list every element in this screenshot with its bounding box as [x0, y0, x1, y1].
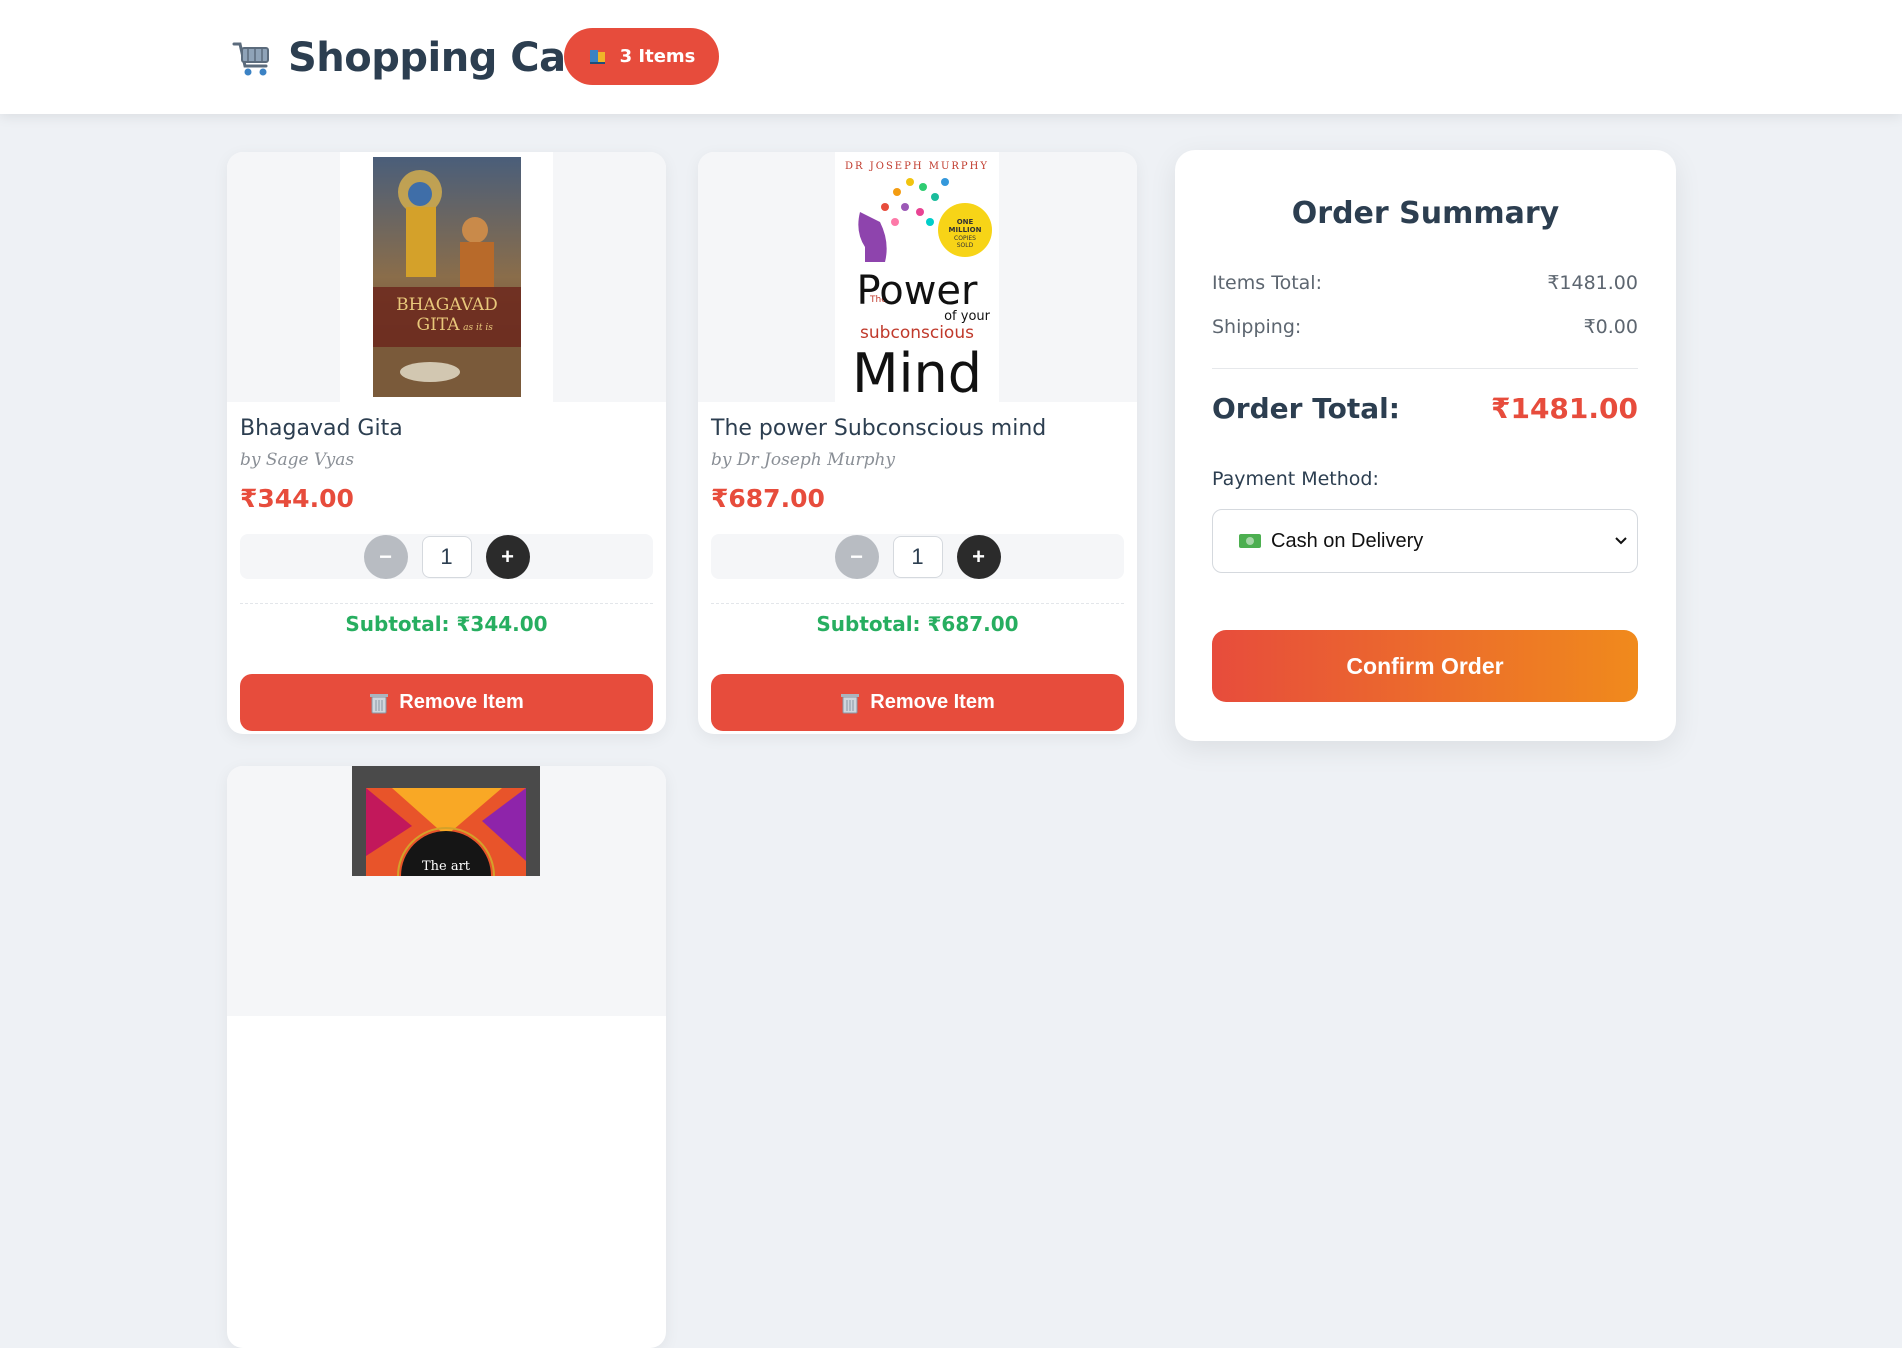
- shipping-value: ₹0.00: [1583, 316, 1638, 338]
- chevron-down-icon: [1615, 537, 1627, 545]
- cover-badge-line4: SOLD: [957, 242, 974, 249]
- increase-quantity-button[interactable]: +: [485, 534, 530, 579]
- quantity-input[interactable]: 1: [421, 535, 472, 578]
- book-price: ₹687.00: [711, 484, 825, 513]
- order-total-label: Order Total:: [1212, 392, 1400, 425]
- cover-title-line1: BHAGAVAD: [396, 295, 498, 315]
- book-title: Bhagavad Gita: [240, 416, 403, 441]
- decrease-quantity-button[interactable]: −: [834, 534, 879, 579]
- payment-method-value: Cash on Delivery: [1271, 529, 1424, 552]
- cart-item-card: BHAGAVAD GITA as it is Bhagavad Gita by …: [227, 152, 666, 734]
- cart-count-badge: 3 Items: [564, 28, 719, 85]
- page-title: Shopping Cart: [288, 35, 604, 81]
- cover-title-line2: GITA: [417, 315, 461, 335]
- brand: Shopping Cart: [230, 28, 604, 88]
- cart-item-body: The power Subconscious mind by Dr Joseph…: [711, 402, 1124, 731]
- book-author: by Dr Joseph Murphy: [711, 450, 896, 470]
- cover-mind: Mind: [852, 342, 982, 402]
- book-author: by Sage Vyas: [240, 450, 355, 470]
- book-cover-area: DR JOSEPH MURPHY ONE MILLION COPIES SOLD…: [698, 152, 1137, 402]
- book-cover-area: The art: [227, 766, 666, 1016]
- order-summary-panel: Order Summary Items Total: ₹1481.00 Ship…: [1175, 150, 1676, 741]
- cover-badge-line3: COPIES: [954, 235, 976, 242]
- book-price: ₹344.00: [240, 484, 354, 513]
- cover-badge-line1: ONE: [957, 218, 974, 226]
- book-cover-image: DR JOSEPH MURPHY ONE MILLION COPIES SOLD…: [835, 152, 999, 402]
- book-cover-image: The art: [352, 766, 540, 876]
- quantity-stepper: − 1 +: [240, 534, 653, 579]
- divider: [1212, 368, 1638, 369]
- shipping-row: Shipping: ₹0.00: [1212, 316, 1638, 338]
- book-cover-image: BHAGAVAD GITA as it is: [340, 152, 553, 402]
- increase-quantity-button[interactable]: +: [956, 534, 1001, 579]
- divider: [711, 603, 1124, 604]
- quantity-stepper: − 1 +: [711, 534, 1124, 579]
- item-subtotal: Subtotal: ₹687.00: [816, 612, 1019, 636]
- cart-item-body: Bhagavad Gita by Sage Vyas ₹344.00 − 1 +…: [240, 402, 653, 731]
- cover-title: The art: [422, 859, 471, 874]
- confirm-order-button[interactable]: Confirm Order: [1212, 630, 1638, 702]
- cart-item-card: DR JOSEPH MURPHY ONE MILLION COPIES SOLD…: [698, 152, 1137, 734]
- remove-item-button[interactable]: Remove Item: [240, 674, 653, 731]
- trash-icon: [841, 693, 860, 713]
- remove-item-label: Remove Item: [870, 691, 995, 713]
- items-total-label: Items Total:: [1212, 272, 1322, 294]
- remove-item-label: Remove Item: [399, 691, 524, 713]
- cover-badge-line2: MILLION: [949, 226, 982, 234]
- items-total-value: ₹1481.00: [1547, 272, 1638, 294]
- payment-method-select[interactable]: Cash on Delivery: [1212, 509, 1638, 573]
- item-subtotal: Subtotal: ₹344.00: [345, 612, 548, 636]
- cash-icon: [1239, 534, 1261, 548]
- decrease-quantity-button[interactable]: −: [363, 534, 408, 579]
- payment-method-label: Payment Method:: [1212, 468, 1379, 490]
- items-total-row: Items Total: ₹1481.00: [1212, 272, 1638, 294]
- cart-item-card: The art: [227, 766, 666, 1348]
- order-total-row: Order Total: ₹1481.00: [1212, 392, 1638, 425]
- order-total-value: ₹1481.00: [1490, 392, 1638, 425]
- books-icon: [589, 49, 605, 64]
- book-cover-area: BHAGAVAD GITA as it is: [227, 152, 666, 402]
- shopping-cart-icon: [232, 42, 269, 76]
- cover-power: Power: [857, 268, 978, 314]
- trash-icon: [370, 693, 389, 713]
- cover-subconscious: subconscious: [860, 323, 974, 343]
- cover-of-your: of your: [944, 309, 991, 324]
- cover-subtitle: as it is: [463, 323, 493, 333]
- book-title: The power Subconscious mind: [711, 416, 1047, 441]
- cover-author: DR JOSEPH MURPHY: [845, 161, 989, 172]
- divider: [240, 603, 653, 604]
- remove-item-button[interactable]: Remove Item: [711, 674, 1124, 731]
- summary-title: Order Summary: [1291, 196, 1560, 231]
- shipping-label: Shipping:: [1212, 316, 1302, 338]
- quantity-input[interactable]: 1: [892, 535, 943, 578]
- header-bar: Shopping Cart 3 Items: [0, 0, 1902, 114]
- cart-count-label: 3 Items: [619, 46, 696, 67]
